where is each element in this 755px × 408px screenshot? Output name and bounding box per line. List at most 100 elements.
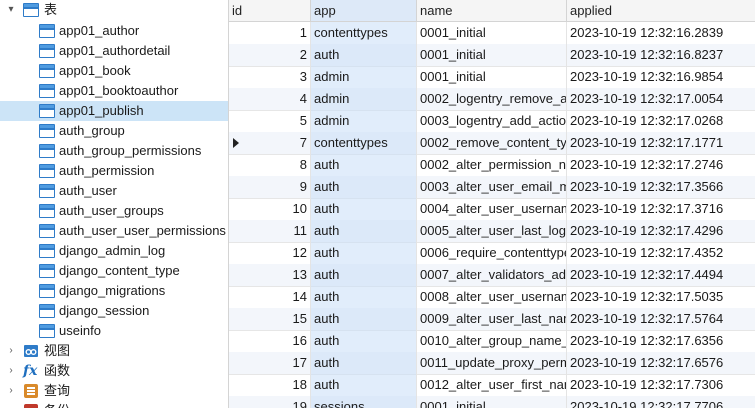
table-item[interactable]: useinfo [0, 321, 228, 341]
cell-app[interactable]: auth [311, 352, 417, 374]
cell-id[interactable]: 17 [229, 352, 311, 374]
cell-name[interactable]: 0010_alter_group_name_n [417, 330, 567, 352]
table-row[interactable]: 10 auth 0004_alter_user_username 2023-10-19… [229, 198, 755, 221]
cell-applied[interactable]: 2023-10-19 12:32:17.2746 [567, 154, 755, 176]
table-row[interactable]: 7 contenttypes 0002_remove_content_typ 2023… [229, 132, 755, 155]
cell-name[interactable]: 0002_logentry_remove_au [417, 88, 567, 110]
cell-app[interactable]: auth [311, 44, 417, 66]
column-header-app[interactable]: app [311, 0, 417, 21]
cell-applied[interactable]: 2023-10-19 12:32:17.0054 [567, 88, 755, 110]
cell-id[interactable]: 11 [229, 220, 311, 242]
chevron-down-icon[interactable]: ▾ [4, 0, 18, 20]
tree-node-tables[interactable]: ▾ 表 [0, 0, 228, 20]
cell-id[interactable]: 9 [229, 176, 311, 198]
tree-node-queries[interactable]: › 查询 [0, 381, 228, 401]
cell-applied[interactable]: 2023-10-19 12:32:17.1771 [567, 132, 755, 154]
table-row[interactable]: 11 auth 0005_alter_user_last_login 2023-10-… [229, 220, 755, 243]
table-row[interactable]: 3 admin 0001_initial 2023-10-19 12:32:16.98… [229, 66, 755, 89]
cell-id[interactable]: 15 [229, 308, 311, 330]
table-item[interactable]: auth_user [0, 181, 228, 201]
table-row[interactable]: 4 admin 0002_logentry_remove_au 2023-10-19 … [229, 88, 755, 111]
cell-applied[interactable]: 2023-10-19 12:32:16.8237 [567, 44, 755, 66]
chevron-right-icon[interactable]: › [4, 381, 18, 401]
cell-app[interactable]: admin [311, 88, 417, 110]
table-row[interactable]: 5 admin 0003_logentry_add_action 2023-10-19… [229, 110, 755, 133]
table-row[interactable]: 2 auth 0001_initial 2023-10-19 12:32:16.823… [229, 44, 755, 67]
cell-app[interactable]: contenttypes [311, 132, 417, 154]
table-row[interactable]: 17 auth 0011_update_proxy_perm 2023-10-19 1… [229, 352, 755, 375]
table-item[interactable]: auth_permission [0, 161, 228, 181]
table-item[interactable]: app01_book [0, 61, 228, 81]
table-row[interactable]: 18 auth 0012_alter_user_first_nam 2023-10-1… [229, 374, 755, 397]
cell-app[interactable]: contenttypes [311, 22, 417, 44]
cell-applied[interactable]: 2023-10-19 12:32:17.3716 [567, 198, 755, 220]
cell-name[interactable]: 0001_initial [417, 66, 567, 88]
cell-applied[interactable]: 2023-10-19 12:32:17.5764 [567, 308, 755, 330]
cell-applied[interactable]: 2023-10-19 12:32:16.9854 [567, 66, 755, 88]
cell-applied[interactable]: 2023-10-19 12:32:17.6356 [567, 330, 755, 352]
cell-app[interactable]: auth [311, 154, 417, 176]
column-header-name[interactable]: name [417, 0, 567, 21]
table-row[interactable]: 15 auth 0009_alter_user_last_name 2023-10-1… [229, 308, 755, 331]
cell-app[interactable]: auth [311, 308, 417, 330]
cell-name[interactable]: 0003_logentry_add_action [417, 110, 567, 132]
table-row[interactable]: 13 auth 0007_alter_validators_add 2023-10-1… [229, 264, 755, 287]
cell-id[interactable]: 4 [229, 88, 311, 110]
table-item[interactable]: django_admin_log [0, 241, 228, 261]
cell-id[interactable]: 10 [229, 198, 311, 220]
cell-name[interactable]: 0003_alter_user_email_ma [417, 176, 567, 198]
cell-id[interactable]: 1 [229, 22, 311, 44]
cell-app[interactable]: auth [311, 264, 417, 286]
table-item[interactable]: app01_booktoauthor [0, 81, 228, 101]
cell-id[interactable]: 8 [229, 154, 311, 176]
cell-app[interactable]: auth [311, 286, 417, 308]
table-item[interactable]: django_migrations [0, 281, 228, 301]
column-header-id[interactable]: id [229, 0, 311, 21]
cell-name[interactable]: 0004_alter_user_username [417, 198, 567, 220]
column-header-applied[interactable]: applied [567, 0, 755, 21]
table-item[interactable]: app01_authordetail [0, 41, 228, 61]
cell-applied[interactable]: 2023-10-19 12:32:17.4296 [567, 220, 755, 242]
table-item[interactable]: django_session [0, 301, 228, 321]
table-row[interactable]: 9 auth 0003_alter_user_email_ma 2023-10-19 … [229, 176, 755, 199]
table-item[interactable]: app01_author [0, 21, 228, 41]
tree-node-functions[interactable]: › fx 函数 [0, 361, 228, 381]
cell-app[interactable]: auth [311, 374, 417, 396]
chevron-right-icon[interactable]: › [4, 401, 18, 408]
table-item[interactable]: auth_group_permissions [0, 141, 228, 161]
cell-id[interactable]: 16 [229, 330, 311, 352]
cell-name[interactable]: 0001_initial [417, 44, 567, 66]
table-item[interactable]: auth_group [0, 121, 228, 141]
table-row[interactable]: 19 sessions 0001_initial 2023-10-19 12:32:1… [229, 396, 755, 408]
cell-app[interactable]: auth [311, 242, 417, 264]
table-row[interactable]: 14 auth 0008_alter_user_username 2023-10-19… [229, 286, 755, 309]
cell-id[interactable]: 5 [229, 110, 311, 132]
cell-applied[interactable]: 2023-10-19 12:32:17.0268 [567, 110, 755, 132]
cell-id[interactable]: 3 [229, 66, 311, 88]
table-item[interactable]: app01_publish [0, 101, 228, 121]
cell-name[interactable]: 0006_require_contenttype [417, 242, 567, 264]
cell-app[interactable]: auth [311, 176, 417, 198]
cell-app[interactable]: sessions [311, 396, 417, 408]
table-row[interactable]: 16 auth 0010_alter_group_name_n 2023-10-19 … [229, 330, 755, 353]
table-item[interactable]: django_content_type [0, 261, 228, 281]
table-row[interactable]: 12 auth 0006_require_contenttype 2023-10-19… [229, 242, 755, 265]
tree-node-views[interactable]: › 视图 [0, 341, 228, 361]
cell-applied[interactable]: 2023-10-19 12:32:17.4352 [567, 242, 755, 264]
cell-applied[interactable]: 2023-10-19 12:32:16.2839 [567, 22, 755, 44]
tree-node-backups[interactable]: › 备份 [0, 401, 228, 408]
cell-id[interactable]: 13 [229, 264, 311, 286]
cell-name[interactable]: 0007_alter_validators_add [417, 264, 567, 286]
cell-name[interactable]: 0012_alter_user_first_nam [417, 374, 567, 396]
cell-app[interactable]: admin [311, 110, 417, 132]
chevron-right-icon[interactable]: › [4, 361, 18, 381]
table-item[interactable]: auth_user_user_permissions [0, 221, 228, 241]
cell-applied[interactable]: 2023-10-19 12:32:17.6576 [567, 352, 755, 374]
cell-name[interactable]: 0002_remove_content_typ [417, 132, 567, 154]
cell-id[interactable]: 14 [229, 286, 311, 308]
cell-id[interactable]: 7 [229, 132, 311, 154]
cell-app[interactable]: auth [311, 198, 417, 220]
table-row[interactable]: 1 contenttypes 0001_initial 2023-10-19 12:3… [229, 22, 755, 45]
cell-id[interactable]: 19 [229, 396, 311, 408]
cell-name[interactable]: 0008_alter_user_username [417, 286, 567, 308]
